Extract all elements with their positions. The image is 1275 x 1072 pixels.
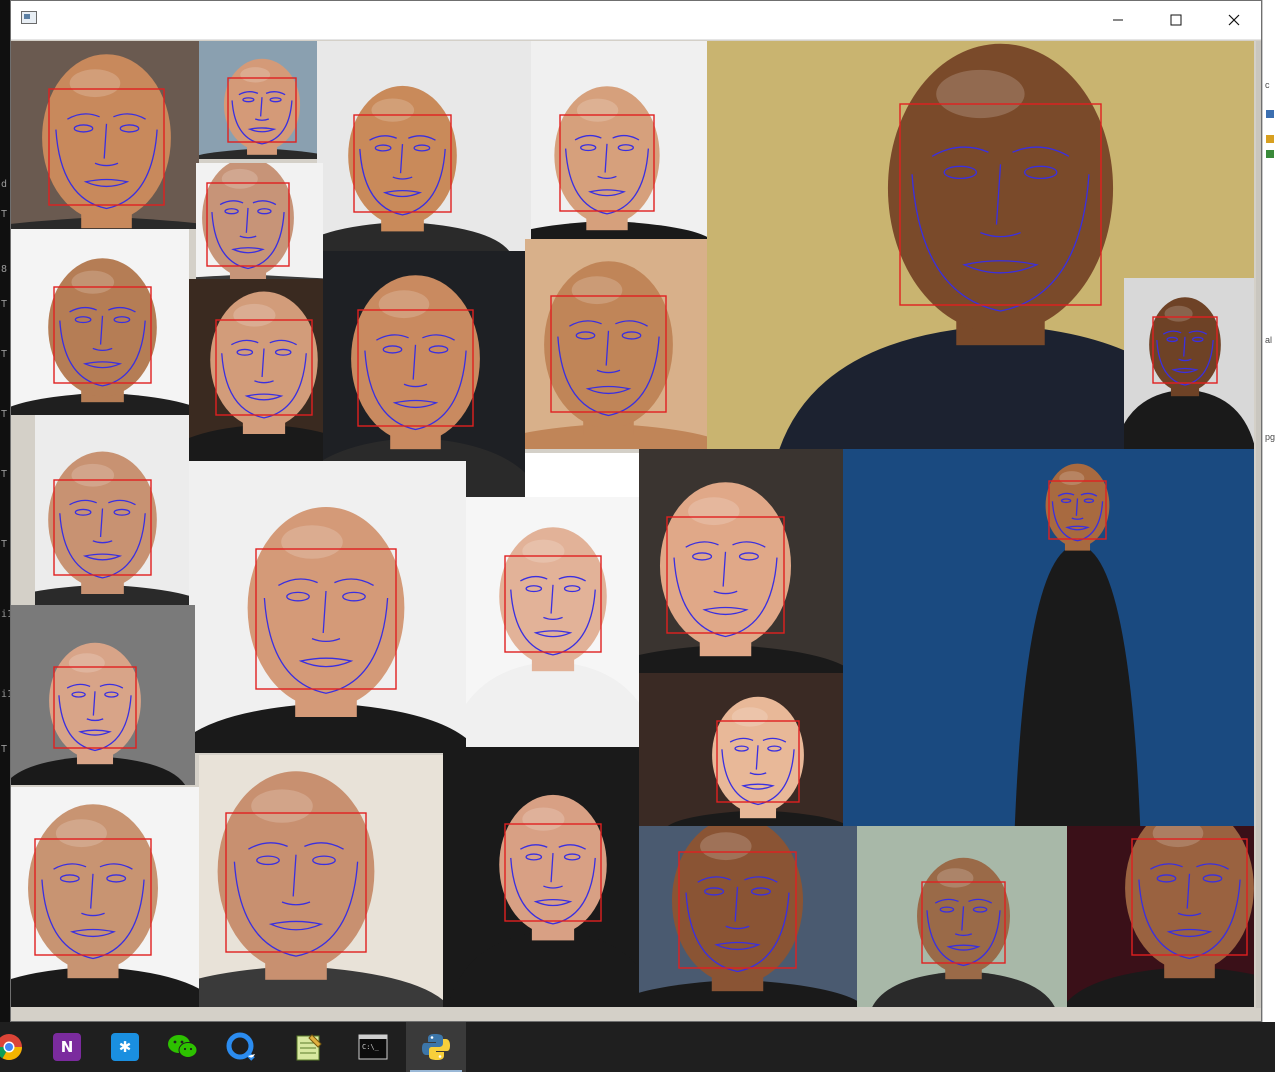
taskbar-terminal[interactable]: C:\_: [344, 1022, 402, 1072]
face-photo: [317, 85, 510, 251]
face-photo-tile: [466, 497, 639, 747]
face-photo-tile: [525, 239, 707, 449]
terminal-icon: C:\_: [358, 1034, 388, 1060]
notepad-icon: [296, 1034, 322, 1061]
taskbar-notepad[interactable]: [280, 1022, 338, 1072]
taskbar-wechat[interactable]: [154, 1022, 212, 1072]
face-photo-tile: [639, 826, 857, 1007]
app-window-icon: [21, 11, 37, 24]
face-photo-tile: [11, 787, 199, 1007]
face-photo-tile: [443, 747, 639, 1007]
svg-text:C:\_: C:\_: [362, 1043, 380, 1051]
face-photo: [199, 58, 317, 159]
image-viewer-window: [10, 0, 1262, 1022]
taskbar-chrome[interactable]: [0, 1022, 38, 1072]
face-photo: [1067, 826, 1254, 1007]
close-button[interactable]: [1205, 1, 1263, 39]
vertical-scrollbar[interactable]: [1256, 41, 1261, 1008]
face-photo-tile: [11, 41, 199, 229]
title-bar: [11, 1, 1261, 40]
face-photo-tile: [189, 461, 466, 753]
face-photo: [11, 642, 186, 785]
taskbar-python[interactable]: [406, 1022, 466, 1072]
face-photo-tile: [199, 755, 443, 1007]
taskbar-browser[interactable]: [212, 1022, 270, 1072]
face-photo: [1124, 297, 1254, 449]
face-photo: [196, 163, 323, 279]
face-photo: [189, 507, 466, 753]
taskbar: N ✱ C:\_: [0, 1022, 1275, 1072]
maximize-icon: [1170, 14, 1182, 26]
blank-tile: [525, 453, 639, 497]
face-photo: [639, 826, 857, 1007]
face-photo: [466, 527, 639, 747]
face-photo-tile: [189, 279, 323, 461]
face-photo: [872, 857, 1055, 1007]
face-photo-tile: [317, 41, 531, 251]
face-photo: [11, 54, 199, 229]
face-photo: [525, 453, 639, 497]
face-photo-tile: [11, 229, 189, 415]
face-photo: [667, 696, 843, 826]
minimize-icon: [1113, 19, 1123, 21]
face-photo-tile: [1124, 278, 1254, 449]
face-photo-tile: [857, 826, 1067, 1007]
python-icon: [422, 1034, 450, 1060]
face-photo-tile: [199, 41, 317, 159]
face-photo: [199, 771, 443, 1007]
browser-q-icon: [226, 1032, 255, 1061]
wechat-icon: [168, 1035, 198, 1058]
face-photo-tile: [196, 163, 323, 279]
face-photo-tile: [531, 41, 707, 239]
face-photo: [531, 86, 707, 239]
face-photo: [35, 451, 189, 605]
face-photo-tile: [639, 673, 843, 826]
taskbar-onenote[interactable]: N: [38, 1022, 96, 1072]
onenote-icon: N: [53, 1033, 81, 1061]
face-photo: [639, 482, 843, 673]
face-photo-tile: [11, 605, 195, 785]
face-photo-tile: [843, 449, 1254, 826]
close-icon: [1228, 14, 1240, 26]
face-photo-tile: [35, 415, 189, 605]
maximize-button[interactable]: [1147, 1, 1205, 39]
face-photo: [1014, 463, 1141, 826]
face-photo: [11, 804, 199, 1007]
minimize-button[interactable]: [1089, 1, 1147, 39]
chrome-icon: [0, 1034, 23, 1061]
taskbar-pinned-app[interactable]: ✱: [96, 1022, 154, 1072]
background-window-sliver: c al pg: [1262, 0, 1275, 1022]
face-detection-collage: [11, 41, 1254, 1008]
face-photo: [447, 794, 639, 1007]
face-photo: [11, 258, 189, 415]
face-photo: [189, 291, 323, 461]
face-photo-tile: [639, 449, 843, 673]
pinned-app-star-icon: ✱: [111, 1033, 139, 1061]
face-photo: [525, 261, 707, 449]
face-photo-tile: [1067, 826, 1254, 1007]
